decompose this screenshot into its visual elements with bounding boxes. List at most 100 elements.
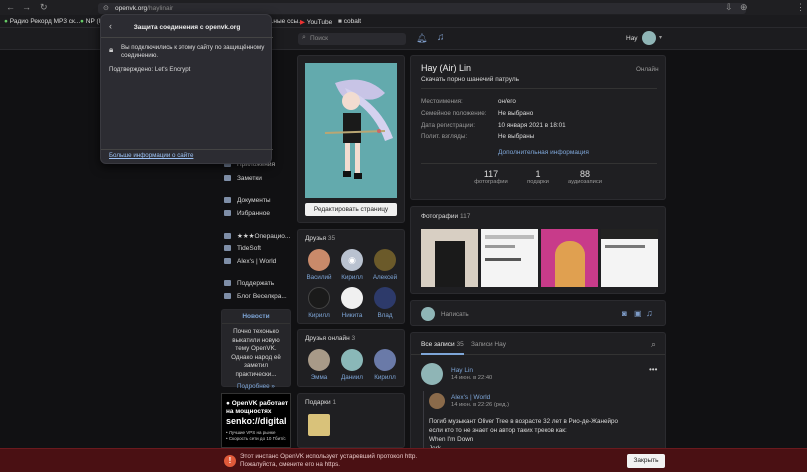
field-value: 10 января 2021 в 18:01: [498, 122, 566, 129]
friend-item[interactable]: Василий: [302, 249, 336, 281]
menu-fav[interactable]: Избранное: [224, 210, 270, 217]
friends-online-title[interactable]: Друзья онлайн: [305, 335, 350, 342]
star-icon: [224, 210, 231, 216]
avatar: [421, 307, 435, 321]
photo-thumb[interactable]: [541, 229, 598, 287]
field-value: он/его: [498, 98, 516, 105]
photo-thumb[interactable]: [421, 229, 478, 287]
photo-thumb[interactable]: [601, 229, 658, 287]
menu-group-1[interactable]: ★★★Операцио...: [224, 232, 290, 240]
profile-photo-card: Редактировать страницу: [297, 55, 405, 223]
menu-docs[interactable]: Документы: [224, 197, 271, 204]
menu-group-2[interactable]: TideSoft: [224, 245, 261, 252]
repost-date[interactable]: 14 июн. в 22:26 (ред.): [451, 402, 509, 408]
more-info-link[interactable]: Дополнительная информация: [498, 149, 589, 156]
forward-icon[interactable]: →: [22, 2, 31, 12]
friend-item[interactable]: Влад: [368, 287, 402, 319]
avatar: [374, 349, 396, 371]
menu-icon[interactable]: ⋮: [796, 2, 805, 13]
friend-item[interactable]: Кирилл: [302, 287, 336, 319]
friend-item[interactable]: Никита: [335, 287, 369, 319]
repost-line: [423, 391, 424, 451]
profile-status[interactable]: Скачать порно шанечий патруль: [421, 76, 519, 83]
chevron-down-icon[interactable]: ▾: [659, 34, 662, 41]
divider: [421, 88, 657, 89]
post-date[interactable]: 14 июн. в 22:40: [451, 375, 492, 381]
popup-text: Вы подключились к этому сайту по защищён…: [121, 44, 265, 59]
friend-item[interactable]: Кирилл: [368, 349, 402, 381]
avatar[interactable]: [429, 393, 445, 409]
friend-item[interactable]: Эмма: [302, 349, 336, 381]
news-title[interactable]: Новости: [222, 310, 290, 324]
extensions-icon[interactable]: ⊕: [740, 2, 748, 13]
group-icon: [224, 258, 231, 264]
more-info-link[interactable]: Больше информации о сайте: [109, 152, 193, 159]
divider: [101, 149, 273, 150]
edit-page-button[interactable]: Редактировать страницу: [305, 203, 397, 216]
search-icon[interactable]: ⌕: [651, 339, 656, 350]
tab-user-posts[interactable]: Записи Hay: [471, 341, 506, 348]
popup-verified: Подтверждено: Let's Encrypt: [109, 66, 191, 73]
music-icon[interactable]: ♫: [437, 32, 445, 43]
friend-item[interactable]: Алексей: [368, 249, 402, 281]
header-username[interactable]: Hay: [626, 35, 638, 42]
music-icon[interactable]: ♫: [646, 308, 653, 318]
reload-icon[interactable]: ↻: [40, 2, 48, 13]
divider: [101, 37, 273, 38]
stat-audio[interactable]: 88 аудиозаписи: [563, 169, 607, 185]
address-bar[interactable]: ⊙ openvk.org/haylinair: [98, 3, 746, 14]
photo-thumb[interactable]: [481, 229, 538, 287]
stat-gifts[interactable]: 1 подарки: [518, 169, 558, 185]
menu-blog[interactable]: Блог Веселкра...: [224, 293, 287, 300]
close-button[interactable]: Закрыть: [627, 454, 665, 468]
friend-item[interactable]: ◉ Кирилл: [335, 249, 369, 281]
menu-support[interactable]: Поддержать: [224, 280, 274, 287]
field-label: Семейное положение:: [421, 110, 487, 117]
bookmark-cobalt[interactable]: ■ cobalt: [338, 18, 361, 25]
bookmark-np[interactable]: ● NP (I: [80, 18, 100, 25]
more-options-icon[interactable]: •••: [649, 365, 657, 374]
tab-all-posts[interactable]: Все записи 35: [421, 341, 464, 355]
menu-notes[interactable]: Заметки: [224, 175, 262, 182]
news-more-link[interactable]: Подробнее »: [222, 379, 290, 390]
lock-icon[interactable]: ⊙: [103, 4, 109, 12]
profile-photo[interactable]: [305, 63, 397, 198]
url-path: /haylinair: [147, 5, 174, 12]
news-text: Почно техонько выкатили новую тему OpenV…: [231, 328, 281, 378]
connection-security-popup: ‹ Защита соединения с openvk.org 🔒︎ Вы п…: [100, 14, 273, 164]
ad-banner[interactable]: ● OpenVK работает на мощностях senko://di…: [221, 393, 291, 448]
download-icon[interactable]: ⇩: [725, 2, 733, 13]
gifts-title[interactable]: Подарки: [305, 399, 331, 406]
bookmark-youtube[interactable]: ▶ YouTube: [300, 18, 332, 26]
avatar[interactable]: [421, 363, 443, 385]
warning-icon: !: [224, 455, 236, 467]
search-input[interactable]: ⌕ Поиск: [298, 33, 406, 45]
avatar: [341, 349, 363, 371]
friends-online-card: Друзья онлайн 3 Эмма Даниил Кирилл: [297, 329, 405, 387]
gift-image[interactable]: [308, 414, 330, 436]
post-text: Погиб музыкант Oliver Tree в возрасте 32…: [429, 418, 619, 451]
divider: [421, 163, 657, 164]
composer-input[interactable]: Написать: [441, 311, 469, 318]
avatar: [308, 349, 330, 371]
repost-author[interactable]: Alex's | World: [451, 394, 490, 401]
bell-icon[interactable]: 🔔︎: [416, 33, 427, 44]
bookmark-record[interactable]: ● Радио Рекорд MP3 ск...: [4, 18, 80, 25]
group-icon: [224, 245, 231, 251]
help-icon: [224, 280, 231, 286]
http-warning-bar: ! Этот инстанс OpenVK использует устарев…: [0, 448, 807, 472]
friend-item[interactable]: Даниил: [335, 349, 369, 381]
photos-title[interactable]: Фотографии: [421, 213, 458, 220]
stat-photos[interactable]: 117 фотографии: [471, 169, 511, 185]
online-status: Онлайн: [636, 66, 659, 73]
back-icon[interactable]: ←: [6, 2, 15, 12]
video-icon[interactable]: ▣: [634, 309, 642, 318]
menu-group-3[interactable]: Alex's | World: [224, 258, 276, 265]
bookmark-links[interactable]: ...ные ссы...: [268, 18, 304, 25]
post-author[interactable]: Hay Lin: [451, 367, 473, 374]
avatar: [341, 287, 363, 309]
docs-icon: [224, 197, 231, 203]
camera-icon[interactable]: ◙: [622, 309, 627, 318]
friends-title[interactable]: Друзья: [305, 235, 326, 242]
header-avatar[interactable]: [642, 31, 656, 45]
